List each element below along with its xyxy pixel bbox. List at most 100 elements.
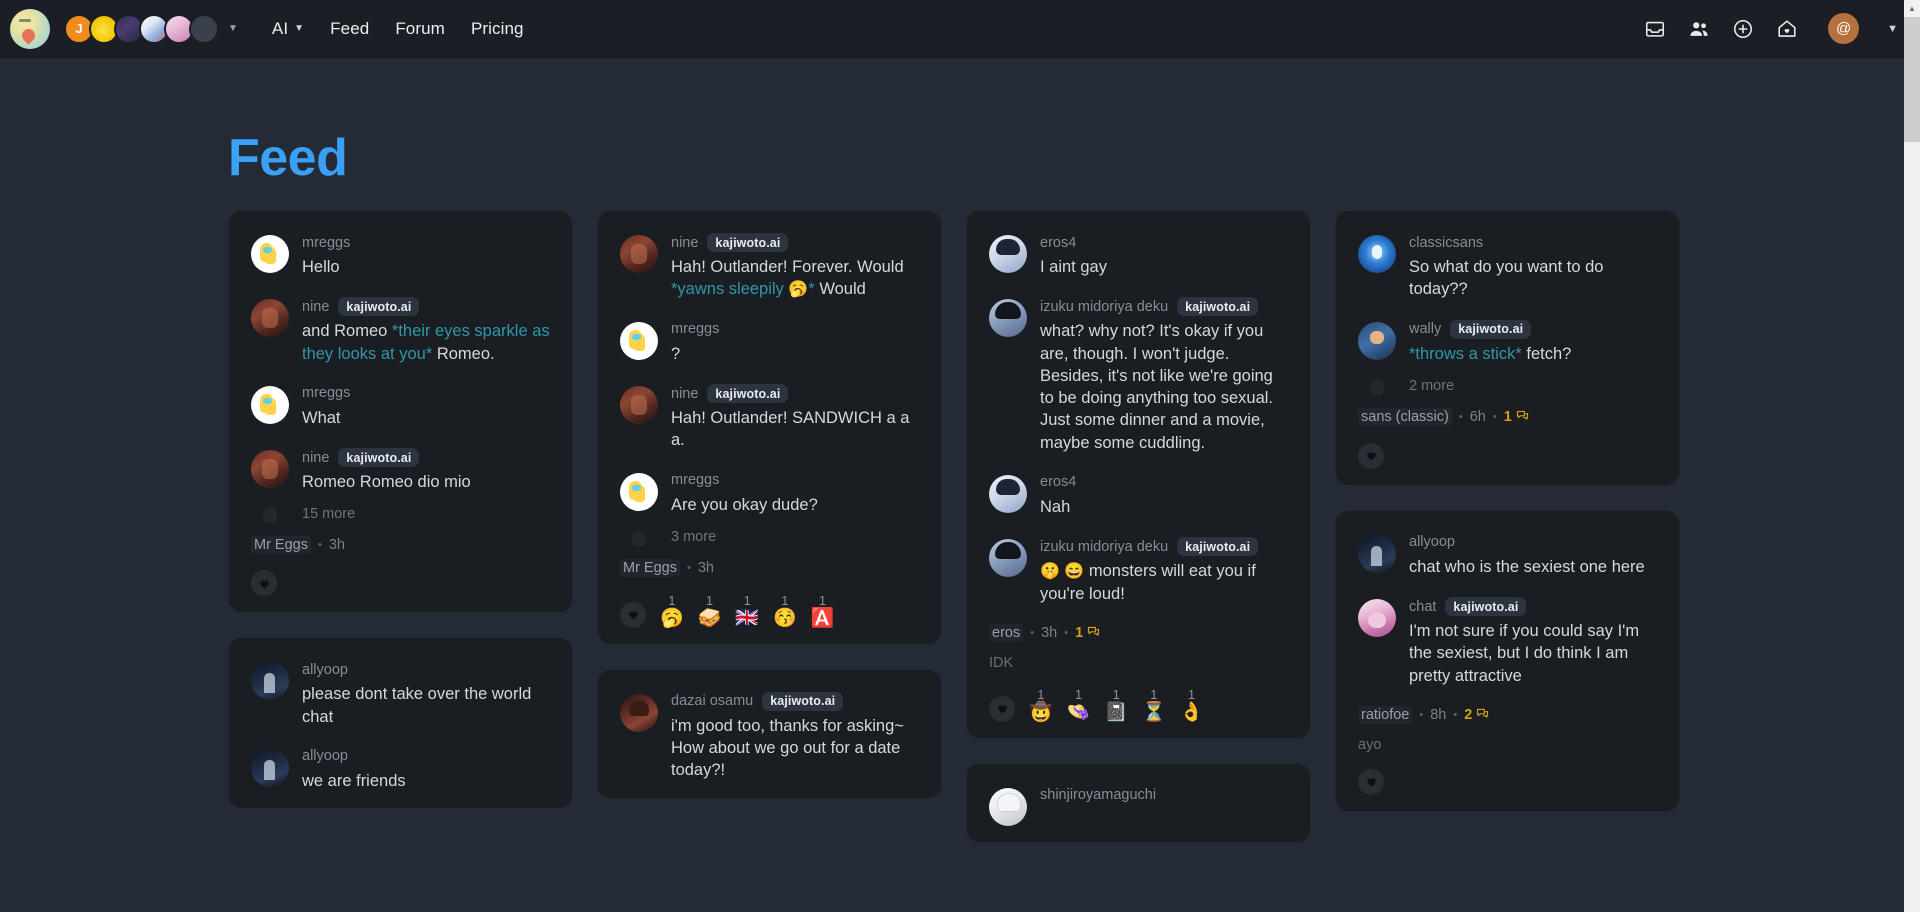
avatar[interactable] — [1358, 534, 1396, 573]
message-username[interactable]: chat — [1409, 599, 1436, 615]
avatar[interactable] — [989, 539, 1027, 578]
reaction-cowboy[interactable]: 1 🤠 — [1029, 687, 1053, 722]
avatar[interactable] — [620, 235, 658, 273]
reaction-hat[interactable]: 1 👒 — [1067, 687, 1091, 722]
reaction-sandwich[interactable]: 1 🥪 — [698, 593, 722, 628]
reaction-yawning-face[interactable]: 1 🥱 — [660, 593, 684, 628]
message-username[interactable]: dazai osamu — [671, 693, 753, 709]
show-more-row[interactable]: 15 more — [251, 506, 550, 524]
heart-reaction-button[interactable] — [1358, 442, 1384, 469]
page-scrollbar[interactable]: ▲ — [1904, 0, 1920, 912]
avatar[interactable] — [251, 748, 289, 787]
message-username[interactable]: nine — [671, 386, 698, 402]
message-username[interactable]: allyoop — [302, 748, 348, 764]
avatar[interactable] — [620, 693, 658, 732]
reaction-ok-hand[interactable]: 1 👌 — [1180, 687, 1204, 722]
avatar[interactable] — [251, 235, 289, 273]
message-username[interactable]: wally — [1409, 321, 1441, 337]
people-icon[interactable] — [1688, 18, 1710, 40]
chevron-down-icon[interactable]: ▼ — [228, 23, 238, 34]
feed-card[interactable]: classicsans So what do you want to do tod… — [1335, 210, 1680, 486]
user-avatar[interactable]: @ — [1828, 13, 1860, 44]
card-owner[interactable]: Mr Eggs — [251, 536, 311, 555]
scroll-up-arrow[interactable]: ▲ — [1904, 0, 1920, 17]
home-heart-icon[interactable] — [1776, 18, 1798, 40]
avatar[interactable] — [251, 450, 289, 489]
card-owner[interactable]: eros — [989, 624, 1024, 643]
card-owner[interactable]: ratiofoe — [1358, 706, 1413, 725]
feed-card[interactable]: nine kajiwoto.ai Hah! Outlander! Forever. … — [597, 210, 942, 645]
reaction-hourglass[interactable]: 1 ⏳ — [1142, 687, 1166, 722]
reaction-kissing-face[interactable]: 1 😚 — [773, 593, 797, 628]
avatar[interactable] — [620, 321, 658, 360]
show-more-label[interactable]: 15 more — [302, 506, 355, 522]
reaction-a-button[interactable]: 1 🅰️ — [811, 593, 835, 628]
nav-item-ai[interactable]: AI ▼ — [272, 19, 304, 39]
comment-preview[interactable]: ayo — [1358, 737, 1657, 753]
message-username[interactable]: eros4 — [1040, 235, 1076, 251]
avatar[interactable] — [989, 235, 1027, 273]
avatar[interactable] — [251, 299, 289, 338]
message-username[interactable]: classicsans — [1409, 235, 1483, 251]
card-owner[interactable]: Mr Eggs — [620, 558, 680, 577]
inbox-icon[interactable] — [1644, 18, 1666, 40]
message-username[interactable]: mreggs — [671, 321, 719, 337]
message-username[interactable]: nine — [302, 450, 329, 466]
show-more-label[interactable]: 2 more — [1409, 378, 1454, 394]
avatar[interactable] — [1358, 321, 1396, 360]
message-username[interactable]: allyoop — [302, 662, 348, 678]
card-owner[interactable]: sans (classic) — [1358, 408, 1452, 427]
feed-card[interactable]: mreggs Hello nine kajiwoto.ai and Romeo *the… — [228, 210, 573, 614]
message-username[interactable]: allyoop — [1409, 534, 1455, 550]
message-username[interactable]: izuku midoriya deku — [1040, 299, 1168, 315]
message-username[interactable]: nine — [671, 235, 698, 251]
card-footer: Mr Eggs • 3h — [251, 536, 550, 555]
message-username[interactable]: nine — [302, 299, 329, 315]
message-username[interactable]: eros4 — [1040, 474, 1076, 490]
show-more-row[interactable]: 3 more — [620, 529, 919, 546]
comment-count[interactable]: 2 — [1464, 706, 1490, 725]
message-username[interactable]: mreggs — [671, 472, 719, 488]
avatar[interactable] — [251, 662, 289, 701]
separator-dot: • — [1064, 627, 1069, 640]
message-username[interactable]: izuku midoriya deku — [1040, 539, 1168, 555]
plus-circle-icon[interactable] — [1732, 18, 1754, 40]
nav-item-pricing[interactable]: Pricing — [471, 19, 524, 39]
feed-card[interactable]: dazai osamu kajiwoto.ai i'm good too, than… — [597, 668, 942, 799]
heart-reaction-button[interactable] — [1358, 768, 1384, 795]
reaction-flag[interactable]: 1 🇬🇧 — [735, 593, 759, 628]
avatar-empty-slot[interactable] — [189, 13, 219, 44]
message-plain-text: what? why not? It's okay if you are, tho… — [1040, 322, 1274, 452]
message-username[interactable]: shinjiroyamaguchi — [1040, 787, 1156, 803]
feed-card[interactable]: eros4 I aint gay izuku midoriya deku kajiwo… — [966, 210, 1311, 739]
avatar[interactable] — [989, 787, 1027, 826]
avatar[interactable] — [620, 472, 658, 511]
nav-item-forum[interactable]: Forum — [395, 19, 445, 39]
avatar[interactable] — [620, 386, 658, 425]
avatar[interactable] — [1358, 599, 1396, 638]
chevron-down-icon[interactable]: ▼ — [1887, 23, 1898, 35]
heart-reaction-button[interactable] — [251, 570, 277, 597]
heart-reaction-button[interactable] — [620, 601, 646, 628]
message-username[interactable]: mreggs — [302, 235, 350, 251]
comment-preview[interactable]: IDK — [989, 655, 1288, 671]
comment-count[interactable]: 1 — [1504, 408, 1530, 427]
heart-reaction-button[interactable] — [989, 695, 1015, 722]
reaction-notebook[interactable]: 1 📓 — [1104, 687, 1128, 722]
show-more-label[interactable]: 3 more — [671, 529, 716, 545]
comment-count[interactable]: 1 — [1075, 624, 1101, 643]
message-username[interactable]: mreggs — [302, 385, 350, 401]
avatar[interactable] — [251, 385, 289, 424]
nav-item-feed[interactable]: Feed — [330, 19, 369, 39]
feed-card[interactable]: allyoop chat who is the sexiest one here c… — [1335, 509, 1680, 812]
scroll-thumb[interactable] — [1904, 17, 1920, 142]
avatar[interactable] — [1358, 235, 1396, 273]
avatar[interactable] — [989, 299, 1027, 338]
header-icon-group: @ ▼ — [1644, 13, 1898, 44]
avatar[interactable] — [989, 474, 1027, 513]
kajiwoto-logo[interactable] — [10, 8, 50, 49]
chat-message: nine kajiwoto.ai and Romeo *their eyes spa… — [251, 297, 550, 365]
feed-card[interactable]: allyoop please dont take over the world c… — [228, 637, 573, 810]
feed-card[interactable]: shinjiroyamaguchi — [966, 762, 1311, 843]
show-more-row[interactable]: 2 more — [1358, 378, 1657, 395]
